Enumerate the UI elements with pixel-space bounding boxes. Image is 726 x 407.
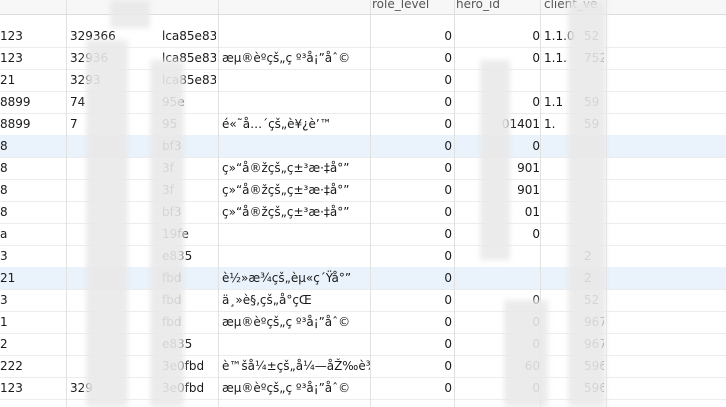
cell-col-2[interactable]: æµ®èºçš„ç º³å¡”åˆ© [222, 47, 370, 69]
cell-col-0[interactable]: 8 [0, 201, 66, 223]
cell-col-3[interactable]: 0 [372, 69, 452, 91]
cell-col-3[interactable]: 0 [372, 223, 452, 245]
cell-col-0[interactable]: 222 [0, 355, 66, 377]
result-grid: role_level hero_id client_ve 123329366lc… [0, 0, 726, 407]
cell-col-3[interactable]: 0 [372, 267, 452, 289]
cell-col-0[interactable]: a [0, 223, 66, 245]
cell-col-1-prefix: 74 [70, 95, 86, 109]
cell-col-3[interactable]: 0 [372, 157, 452, 179]
cell-col-2[interactable]: ä¸»è§‚çš„å°çŒ [222, 289, 370, 311]
cell-col-0[interactable]: 123 [0, 377, 66, 399]
privacy-blur [568, 0, 606, 407]
cell-col-5-prefix: 1.1. [544, 51, 567, 65]
cell-col-0[interactable]: 8899 [0, 113, 66, 135]
cell-col-2[interactable]: è™šå¼±çš„å¼—åŽ‰è¾¾ [222, 355, 370, 377]
cell-col-2[interactable]: ç»“å®žçš„ç±³æ·‡å°” [222, 179, 370, 201]
cell-col-2[interactable] [222, 135, 370, 157]
privacy-blur [110, 0, 150, 28]
cell-col-0[interactable]: 8 [0, 157, 66, 179]
cell-col-0[interactable]: 123 [0, 47, 66, 69]
cell-col-2[interactable] [222, 69, 370, 91]
header-hero-id[interactable]: hero_id [456, 0, 500, 14]
cell-col-0[interactable]: 8899 [0, 91, 66, 113]
cell-col-3[interactable]: 0 [372, 311, 452, 333]
cell-col-2[interactable] [222, 91, 370, 113]
cell-col-3[interactable]: 0 [372, 113, 452, 135]
cell-col-3[interactable]: 0 [372, 355, 452, 377]
cell-col-0[interactable]: 2 [0, 333, 66, 355]
cell-col-5-prefix: 1.1 [544, 95, 564, 109]
cell-col-4[interactable]: 0 [456, 25, 540, 47]
cell-col-3[interactable]: 0 [372, 179, 452, 201]
cell-col-2[interactable]: ç»“å®žçš„ç±³æ·‡å°” [222, 201, 370, 223]
cell-col-3[interactable]: 0 [372, 289, 452, 311]
cell-col-2[interactable] [222, 25, 370, 47]
privacy-blur [86, 40, 128, 407]
header-role-level[interactable]: role_level [372, 0, 429, 14]
cell-col-3[interactable]: 0 [372, 135, 452, 157]
cell-col-1-prefix: 7 [70, 117, 78, 131]
cell-col-2[interactable]: æµ®èºçš„ç º³å¡”åˆ© [222, 377, 370, 399]
cell-col-0[interactable]: 21 [0, 69, 66, 91]
privacy-blur [480, 60, 510, 260]
cell-col-0[interactable]: 123 [0, 25, 66, 47]
cell-col-4[interactable] [456, 267, 540, 289]
privacy-blur [150, 60, 184, 407]
cell-col-0[interactable]: 1 [0, 311, 66, 333]
cell-col-2[interactable]: ç»“å®žçš„ç±³æ·‡å°” [222, 157, 370, 179]
cell-col-2[interactable]: é«˜å…´çš„è¥¿è’™ [222, 113, 370, 135]
cell-col-3[interactable]: 0 [372, 47, 452, 69]
cell-col-1-suffix: lca85e835 [162, 29, 216, 43]
cell-col-5-prefix: 1. [544, 117, 556, 131]
cell-col-0[interactable]: 8 [0, 179, 66, 201]
grid-header: role_level hero_id client_ve [0, 0, 726, 15]
cell-col-3[interactable]: 0 [372, 25, 452, 47]
privacy-blur [504, 300, 548, 407]
cell-col-2[interactable] [222, 223, 370, 245]
cell-col-2[interactable]: è½»æ¾çš„èµ«ç´Ÿå°” [222, 267, 370, 289]
cell-col-3[interactable]: 0 [372, 91, 452, 113]
cell-col-2[interactable] [222, 333, 370, 355]
cell-col-3[interactable]: 0 [372, 201, 452, 223]
cell-col-3[interactable]: 0 [372, 245, 452, 267]
cell-col-0[interactable]: 8 [0, 135, 66, 157]
cell-col-2[interactable] [222, 245, 370, 267]
cell-col-0[interactable]: 3 [0, 289, 66, 311]
cell-col-2[interactable]: æµ®èºçš„ç º³å¡”åˆ© [222, 311, 370, 333]
cell-col-3[interactable]: 0 [372, 333, 452, 355]
cell-col-0[interactable]: 3 [0, 245, 66, 267]
cell-col-3[interactable]: 0 [372, 377, 452, 399]
cell-col-0[interactable]: 21 [0, 267, 66, 289]
